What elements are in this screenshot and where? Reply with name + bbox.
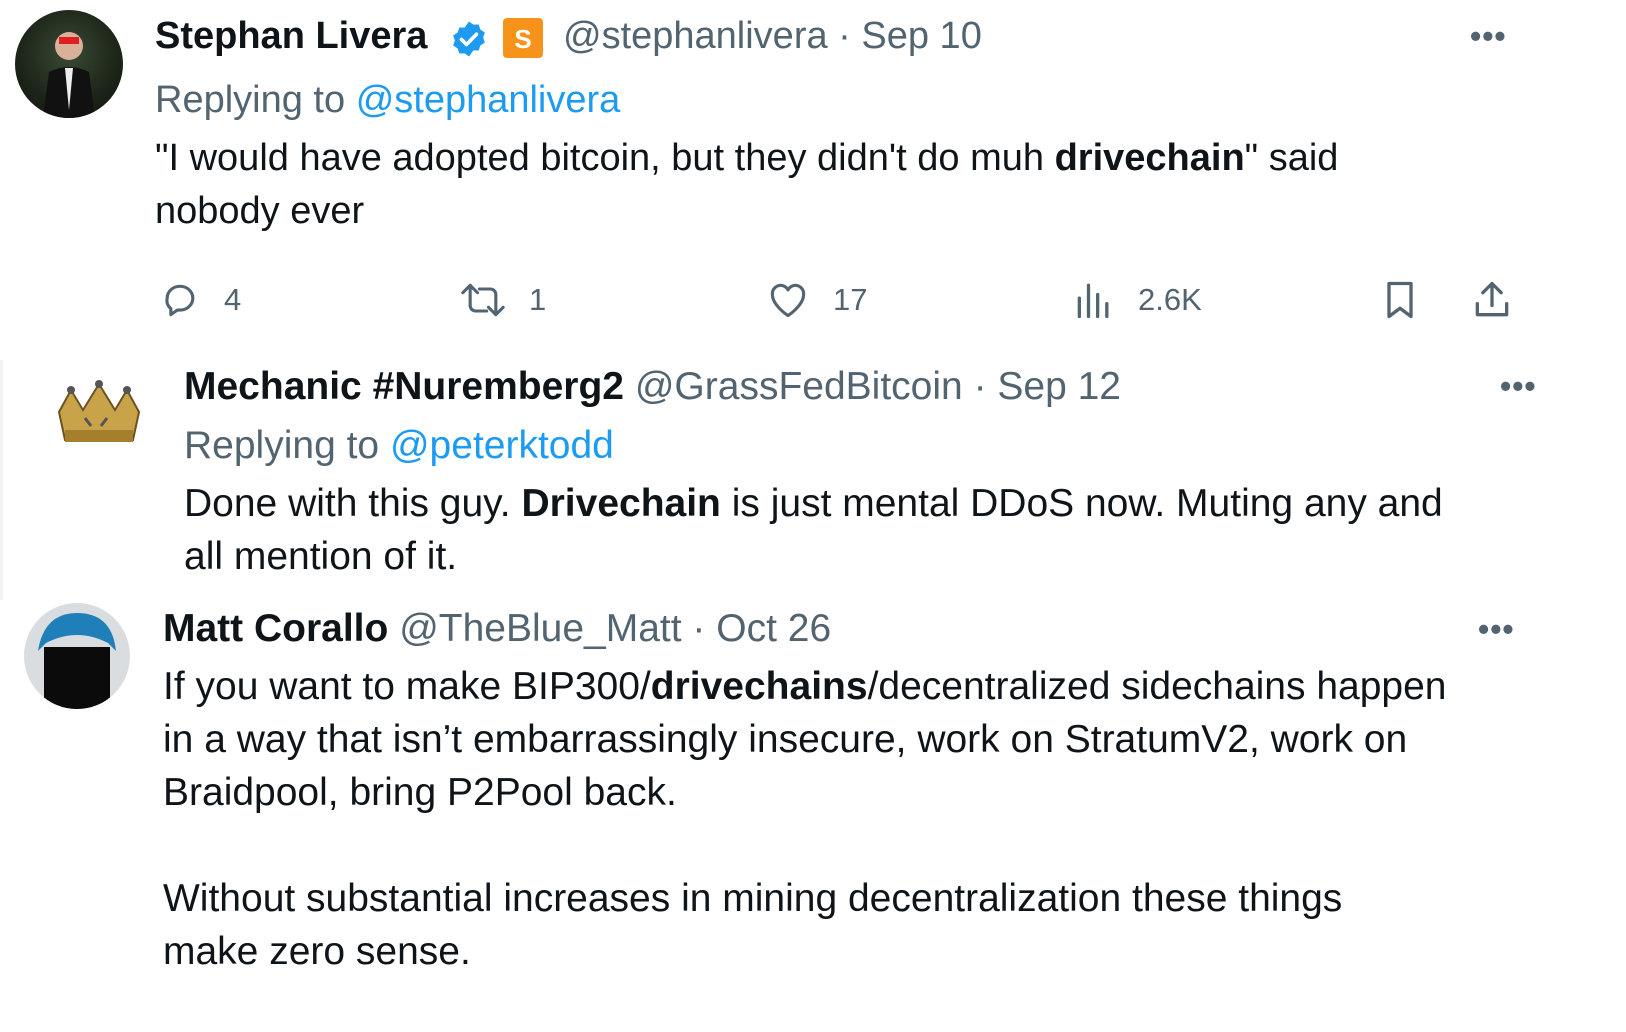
avatar[interactable] xyxy=(15,10,123,118)
like-icon xyxy=(770,283,806,318)
reply-button[interactable]: 4 xyxy=(158,278,241,322)
avatar-photo xyxy=(38,613,116,709)
author-handle[interactable]: @GrassFedBitcoin xyxy=(635,365,963,408)
verified-icon xyxy=(449,19,489,64)
author-name[interactable]: Stephan Livera xyxy=(155,15,427,57)
share-button[interactable] xyxy=(1470,278,1514,322)
repost-icon xyxy=(461,283,505,317)
tweet-text-line: If you want to make BIP300/drivechains/d… xyxy=(163,665,1447,708)
tweet-text-line: in a way that isn’t embarrassingly insec… xyxy=(163,718,1408,761)
tweet-date[interactable]: · Sep 10 xyxy=(838,15,982,57)
more-icon[interactable]: ••• xyxy=(1478,611,1515,648)
author-handle[interactable]: @TheBlue_Matt xyxy=(399,607,681,650)
replying-to: Replying to @peterktodd xyxy=(184,424,614,468)
bookmark-button[interactable] xyxy=(1378,278,1422,322)
tweet-text-line: Braidpool, bring P2Pool back. xyxy=(163,771,677,814)
more-icon[interactable]: ••• xyxy=(1500,368,1537,405)
tweet-text-line: make zero sense. xyxy=(163,930,471,973)
tweet-text-line: Without substantial increases in mining … xyxy=(163,877,1343,920)
avatar-photo xyxy=(43,32,95,118)
avatar[interactable] xyxy=(24,603,130,709)
views-button[interactable]: 2.6K xyxy=(1072,278,1202,322)
author-name[interactable]: Mechanic #Nuremberg2 xyxy=(184,365,624,408)
replying-label: Replying to xyxy=(155,79,346,121)
thread-divider xyxy=(0,360,3,600)
author-name[interactable]: Matt Corallo xyxy=(163,607,388,650)
replying-handle[interactable]: @stephanlivera xyxy=(356,79,621,121)
tweet-date[interactable]: · Sep 12 xyxy=(974,365,1121,408)
svg-text:S: S xyxy=(514,24,531,54)
substack-badge-icon: S xyxy=(503,18,543,58)
replying-to: Replying to @stephanlivera xyxy=(155,79,620,122)
replying-label: Replying to xyxy=(184,424,380,467)
like-count: 17 xyxy=(833,282,868,317)
avatar[interactable] xyxy=(45,360,153,468)
repost-button[interactable]: 1 xyxy=(457,278,546,322)
tweet-text-line: all mention of it. xyxy=(184,535,458,578)
tweet-text-line: "I would have adopted bitcoin, but they … xyxy=(155,137,1339,179)
views-icon xyxy=(1077,283,1109,319)
like-button[interactable]: 17 xyxy=(765,278,867,322)
more-icon[interactable]: ••• xyxy=(1470,18,1507,55)
tweet-text-line: nobody ever xyxy=(155,190,365,232)
replying-handle[interactable]: @peterktodd xyxy=(390,424,614,467)
author-handle[interactable]: @stephanlivera xyxy=(563,15,828,57)
reply-icon xyxy=(165,284,195,317)
repost-count: 1 xyxy=(529,282,547,317)
bookmark-icon xyxy=(1387,281,1413,319)
share-icon xyxy=(1475,281,1509,317)
view-count: 2.6K xyxy=(1138,282,1202,317)
crown-avatar-image xyxy=(57,380,141,442)
tweet-text-line: Done with this guy. Drivechain is just m… xyxy=(184,482,1443,525)
reply-count: 4 xyxy=(224,282,242,317)
tweet-date[interactable]: · Oct 26 xyxy=(692,607,831,650)
